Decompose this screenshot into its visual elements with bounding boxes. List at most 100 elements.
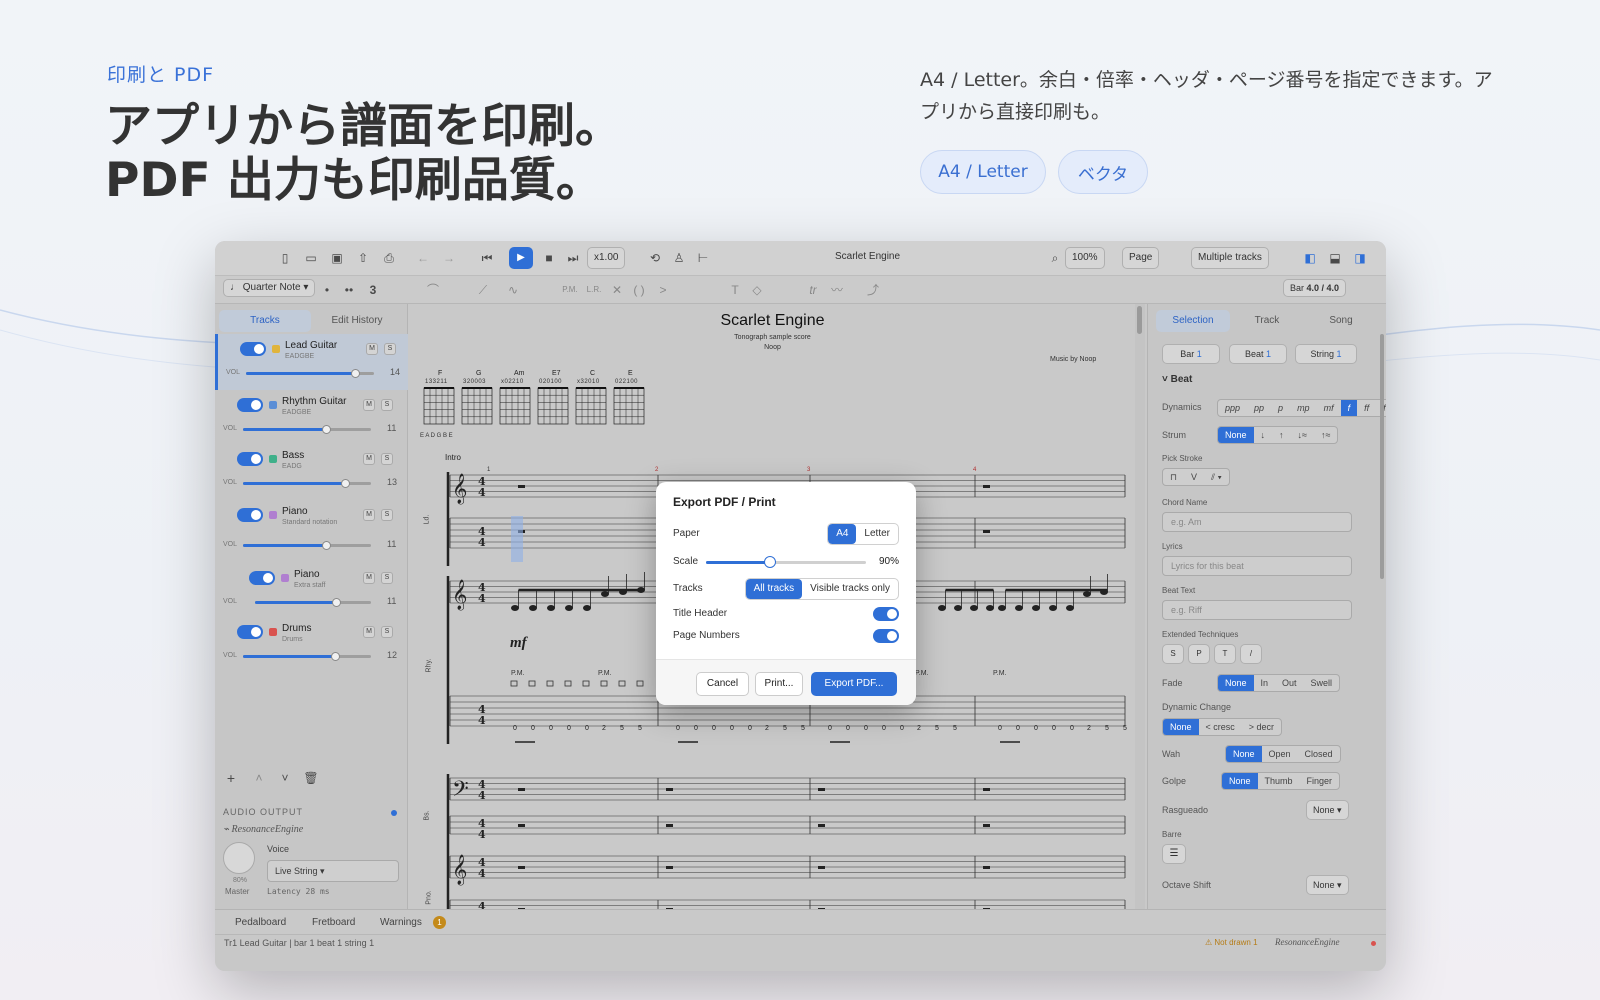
volume-thumb[interactable] [322, 541, 332, 550]
save-icon[interactable]: ▣ [329, 250, 345, 266]
extended-technique-button[interactable]: S [1162, 644, 1184, 664]
bottom-panel-toggle-icon[interactable]: ⬓ [1327, 250, 1343, 266]
solo-button[interactable]: S [384, 343, 396, 355]
wah-segmented[interactable]: None Open Closed [1225, 745, 1341, 763]
dynamics-option[interactable]: mf [1317, 400, 1341, 416]
bend-icon[interactable]: ⤴ [865, 282, 881, 298]
inspector-scrollbar[interactable] [1380, 334, 1384, 579]
extended-technique-button[interactable]: / [1240, 644, 1262, 664]
dynamics-option[interactable]: pp [1247, 400, 1271, 416]
scale-slider-thumb[interactable] [764, 556, 776, 568]
pick-tremolo-icon[interactable]: ⫽ ▾ [1204, 469, 1229, 485]
track-visibility-toggle[interactable] [237, 625, 263, 639]
dynamics-option[interactable]: p [1271, 400, 1290, 416]
beat-text-input[interactable]: e.g. Riff [1162, 600, 1352, 620]
open-folder-icon[interactable]: ▭ [303, 250, 319, 266]
solo-button[interactable]: S [381, 399, 393, 411]
dynamic-change-option[interactable]: None [1163, 719, 1199, 735]
track-row[interactable]: Drums Drums M S VOL 12 [215, 617, 408, 673]
score-scrollbar[interactable] [1137, 306, 1142, 334]
tab-fretboard[interactable]: Fretboard [312, 917, 355, 928]
note-value-select[interactable]: ♩ Quarter Note ▾ [223, 279, 316, 297]
track-visibility-toggle[interactable] [237, 508, 263, 522]
volume-thumb[interactable] [322, 425, 332, 434]
solo-button[interactable]: S [381, 626, 393, 638]
metronome-icon[interactable]: ♙ [671, 250, 687, 266]
track-visibility-toggle[interactable] [240, 342, 266, 356]
trill-button[interactable]: tr [805, 282, 821, 298]
left-panel-toggle-icon[interactable]: ◧ [1302, 250, 1318, 266]
strum-option[interactable]: ↑≈ [1314, 427, 1337, 443]
print-icon[interactable]: ⎙ [381, 250, 397, 266]
right-panel-toggle-icon[interactable]: ◨ [1352, 250, 1368, 266]
stop-icon[interactable]: ■ [541, 250, 557, 266]
palm-mute-button[interactable]: P.M. [559, 282, 581, 298]
not-drawn-warning[interactable]: ⚠ Not drawn 1 [1205, 938, 1258, 947]
volume-thumb[interactable] [332, 598, 342, 607]
tab-track[interactable]: Track [1230, 310, 1304, 332]
vibrato-icon[interactable]: ∿ [505, 282, 521, 298]
strum-option[interactable]: ↑ [1272, 427, 1291, 443]
count-in-icon[interactable]: ⊢ [695, 250, 711, 266]
dynamic-change-segmented[interactable]: None < cresc > decr [1162, 718, 1283, 736]
slide-icon[interactable]: ⟋ [475, 282, 491, 298]
extended-technique-button[interactable]: P [1188, 644, 1210, 664]
tab-warnings[interactable]: Warnings [380, 917, 422, 928]
delete-track-icon[interactable]: 🗑 [303, 770, 319, 786]
solo-button[interactable]: S [381, 572, 393, 584]
volume-thumb[interactable] [350, 369, 360, 378]
cancel-button[interactable]: Cancel [696, 672, 749, 696]
paper-segmented[interactable]: A4 Letter [827, 523, 899, 545]
bar-selector[interactable]: Bar 1 [1162, 344, 1220, 364]
pick-down-icon[interactable]: ⊓ [1163, 469, 1184, 485]
pick-up-icon[interactable]: V [1184, 469, 1204, 485]
track-row[interactable]: Bass EADG M S VOL 13 [215, 444, 408, 500]
fade-option[interactable]: None [1218, 675, 1254, 691]
double-dot-icon[interactable]: •• [341, 282, 357, 298]
pick-stroke-segmented[interactable]: ⊓ V ⫽ ▾ [1162, 468, 1230, 486]
accent-icon[interactable]: > [655, 282, 671, 298]
solo-button[interactable]: S [381, 453, 393, 465]
strum-option[interactable]: None [1218, 427, 1254, 443]
track-visibility-toggle[interactable] [237, 452, 263, 466]
master-knob[interactable] [223, 842, 255, 874]
beat-selector[interactable]: Beat 1 [1229, 344, 1287, 364]
text-button[interactable]: T [727, 282, 743, 298]
strum-option[interactable]: ↓ [1254, 427, 1273, 443]
speed-select[interactable]: x1.00 [587, 247, 626, 269]
octave-shift-select[interactable]: None ▾ [1306, 875, 1349, 895]
track-row[interactable]: Lead Guitar EADGBE M S VOL 14 [215, 334, 408, 390]
skip-back-icon[interactable]: ⏮ [479, 250, 495, 266]
tab-song[interactable]: Song [1304, 310, 1378, 332]
tie-icon[interactable]: ⌒ [425, 282, 441, 298]
paper-option-a4[interactable]: A4 [828, 524, 857, 544]
tab-pedalboard[interactable]: Pedalboard [235, 917, 286, 928]
rasgueado-select[interactable]: None ▾ [1306, 800, 1349, 820]
mute-button[interactable]: M [363, 453, 375, 465]
share-icon[interactable]: ⇧ [355, 250, 371, 266]
mute-button[interactable]: M [363, 509, 375, 521]
mute-button[interactable]: M [363, 626, 375, 638]
tab-tracks[interactable]: Tracks [219, 310, 311, 332]
export-pdf-button[interactable]: Export PDF... [811, 672, 897, 696]
track-row[interactable]: Piano Standard notation M S VOL 11 [215, 500, 408, 562]
golpe-option[interactable]: None [1222, 773, 1258, 789]
wah-option[interactable]: None [1226, 746, 1262, 762]
whammy-icon[interactable]: 〰 [829, 282, 845, 298]
page-numbers-toggle[interactable] [873, 629, 899, 643]
wah-option[interactable]: Open [1262, 746, 1298, 762]
track-row[interactable]: Piano Extra staff M S VOL 11 [215, 563, 408, 619]
tab-selection[interactable]: Selection [1156, 310, 1230, 332]
volume-thumb[interactable] [341, 479, 351, 488]
dynamic-change-option[interactable]: > decr [1242, 719, 1281, 735]
track-row[interactable]: Rhythm Guitar EADGBE M S VOL 11 [215, 390, 408, 446]
fade-option[interactable]: Out [1275, 675, 1304, 691]
fade-option[interactable]: In [1254, 675, 1276, 691]
title-header-toggle[interactable] [873, 607, 899, 621]
track-visibility-toggle[interactable] [249, 571, 275, 585]
dynamic-change-option[interactable]: < cresc [1199, 719, 1242, 735]
string-selector[interactable]: String 1 [1295, 344, 1357, 364]
tab-edit-history[interactable]: Edit History [311, 310, 403, 332]
wah-option[interactable]: Closed [1298, 746, 1340, 762]
fade-option[interactable]: Swell [1304, 675, 1340, 691]
